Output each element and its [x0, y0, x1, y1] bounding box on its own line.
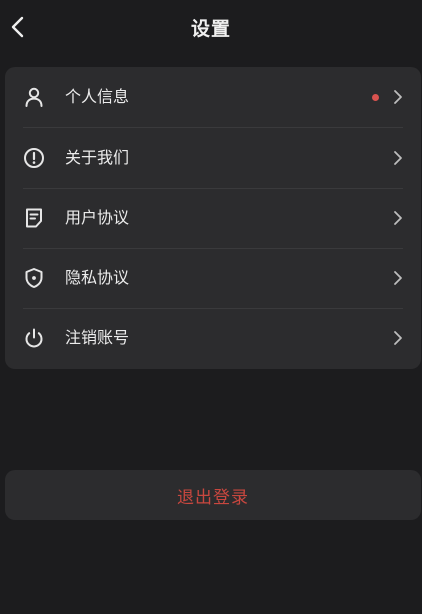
menu-item-label: 隐私协议 — [65, 268, 130, 287]
chevron-right-icon — [394, 211, 402, 225]
menu-item-label: 个人信息 — [65, 87, 130, 106]
page-title: 设置 — [190, 18, 231, 40]
notification-dot — [372, 94, 379, 101]
chevron-right-icon — [394, 331, 402, 345]
header: 设置 — [0, 0, 422, 56]
menu-item-about-us[interactable]: 关于我们 — [5, 128, 421, 188]
user-icon — [25, 87, 43, 107]
menu-item-user-agreement[interactable]: 用户协议 — [5, 188, 421, 248]
menu-item-privacy-agreement[interactable]: 隐私协议 — [5, 248, 421, 308]
chevron-right-icon — [394, 151, 402, 165]
power-icon — [25, 328, 43, 348]
menu-item-label: 用户协议 — [65, 208, 130, 227]
menu-item-label: 关于我们 — [65, 148, 130, 167]
logout-label: 退出登录 — [177, 487, 249, 508]
document-icon — [26, 208, 42, 228]
settings-menu: 个人信息 关于我们 用户协议 隐私协议 注销账号 — [5, 67, 421, 369]
menu-item-delete-account[interactable]: 注销账号 — [5, 308, 421, 368]
shield-icon — [25, 268, 43, 288]
chevron-right-icon — [394, 90, 402, 104]
chevron-right-icon — [394, 271, 402, 285]
logout-button[interactable]: 退出登录 — [5, 470, 421, 520]
menu-item-label: 注销账号 — [65, 328, 130, 347]
menu-item-personal-info[interactable]: 个人信息 — [5, 67, 421, 127]
info-circle-icon — [24, 148, 44, 168]
